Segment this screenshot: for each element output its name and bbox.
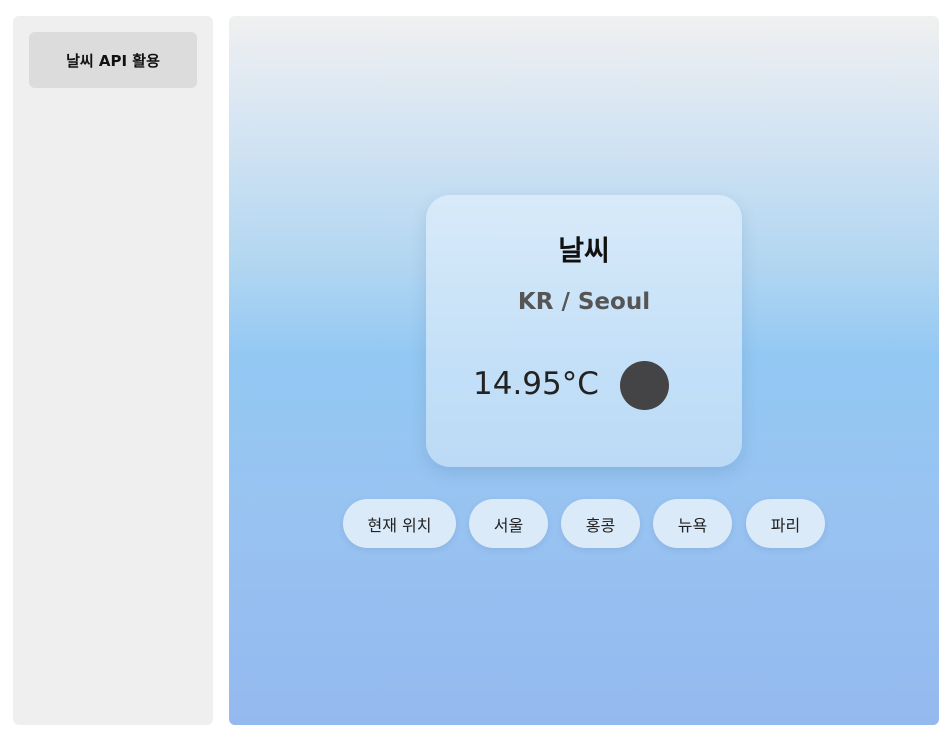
seoul-button[interactable]: 서울 xyxy=(469,499,548,548)
weather-temperature: 14.95°C xyxy=(473,366,599,402)
sidebar: 날씨 API 활용 xyxy=(13,16,213,725)
weather-icon xyxy=(620,361,669,410)
city-button-group: 현재 위치 서울 홍콩 뉴욕 파리 xyxy=(229,499,939,548)
newyork-button[interactable]: 뉴욕 xyxy=(653,499,732,548)
main-content: 날씨 KR / Seoul 14.95°C 현재 위치 서울 홍콩 뉴욕 파리 xyxy=(229,16,939,725)
weather-card: 날씨 KR / Seoul 14.95°C xyxy=(426,195,742,467)
paris-button[interactable]: 파리 xyxy=(746,499,825,548)
hongkong-button[interactable]: 홍콩 xyxy=(561,499,640,548)
weather-location: KR / Seoul xyxy=(517,289,651,315)
current-location-button[interactable]: 현재 위치 xyxy=(343,499,456,548)
sidebar-item-weather-api[interactable]: 날씨 API 활용 xyxy=(29,32,197,88)
weather-title: 날씨 xyxy=(558,234,610,267)
